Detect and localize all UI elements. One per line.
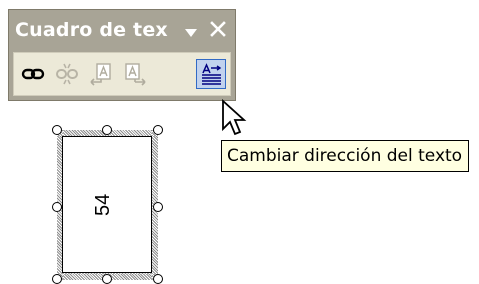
- previous-textbox-icon: [90, 63, 111, 86]
- resize-handle-bottom-right[interactable]: [153, 274, 163, 284]
- resize-handle-left[interactable]: [52, 202, 62, 212]
- change-text-direction-button[interactable]: [196, 59, 226, 89]
- textbox-toolbar: Cuadro de tex: [8, 9, 236, 101]
- canvas: Cuadro de tex 54 Cambiar dirección del t…: [0, 0, 479, 284]
- tooltip: Cambiar dirección del texto: [221, 140, 470, 172]
- resize-handle-top-right[interactable]: [153, 125, 163, 135]
- resize-handle-top-left[interactable]: [52, 125, 62, 135]
- textbox-text: 54: [92, 193, 114, 216]
- toolbar-title: Cuadro de tex: [15, 19, 168, 41]
- resize-handle-bottom-left[interactable]: [52, 274, 62, 284]
- create-link-button[interactable]: [18, 59, 48, 89]
- resize-handle-top[interactable]: [102, 125, 112, 135]
- toolbar-titlebar[interactable]: Cuadro de tex: [9, 10, 235, 52]
- toolbar-buttons: [13, 52, 231, 96]
- next-textbox-icon: [125, 63, 146, 86]
- close-icon[interactable]: [209, 20, 227, 38]
- resize-handle-right[interactable]: [153, 202, 163, 212]
- resize-handle-bottom[interactable]: [102, 274, 112, 284]
- next-textbox-button[interactable]: [120, 59, 150, 89]
- break-link-button[interactable]: [52, 59, 82, 89]
- text-direction-icon: [202, 63, 222, 85]
- triangle-down-icon[interactable]: [185, 29, 197, 37]
- broken-link-icon: [56, 63, 78, 85]
- chain-link-icon: [21, 68, 45, 80]
- mouse-cursor-icon: [221, 98, 247, 139]
- previous-textbox-button[interactable]: [86, 59, 116, 89]
